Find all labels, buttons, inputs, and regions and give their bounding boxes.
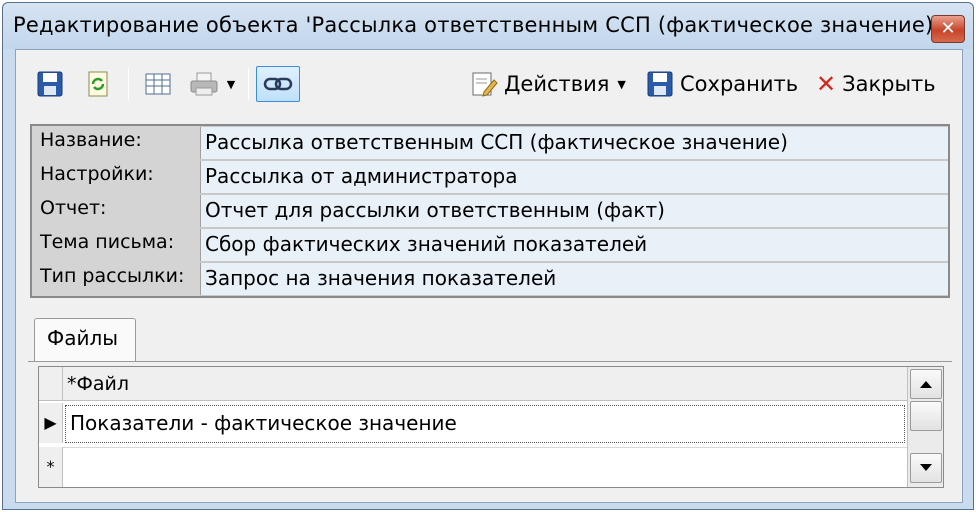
- tab-files[interactable]: Файлы: [34, 318, 136, 362]
- chevron-down-icon: ▼: [226, 77, 236, 91]
- property-value-field[interactable]: Отчет для рассылки ответственным (факт): [200, 195, 948, 227]
- close-icon: ✕: [816, 70, 837, 98]
- chevron-down-icon: ▼: [617, 77, 626, 91]
- property-value-field[interactable]: Рассылка от администратора: [200, 161, 948, 193]
- vertical-scrollbar[interactable]: [907, 367, 943, 487]
- property-name: Тема письма:: [32, 228, 200, 262]
- property-row: Отчет: Отчет для рассылки ответственным …: [32, 194, 948, 228]
- scroll-up-button[interactable]: [910, 369, 942, 399]
- floppy-disk-icon: [37, 71, 63, 97]
- file-cell[interactable]: Показатели - фактическое значение: [65, 405, 905, 443]
- property-row: Тип рассылки: Запрос на значения показат…: [32, 262, 948, 296]
- current-row-indicator-icon: ▶: [39, 403, 63, 443]
- dialog-client-area: ▼ Действия ▼ Сохранить ✕ Закрыть Названи…: [15, 49, 963, 503]
- scroll-thumb[interactable]: [910, 401, 942, 431]
- print-toolbar-button[interactable]: ▼: [184, 66, 240, 102]
- property-name: Настройки:: [32, 160, 200, 194]
- arrow-down-icon: [920, 464, 932, 471]
- link-icon: [263, 77, 293, 91]
- save-toolbar-button[interactable]: [32, 66, 68, 102]
- actions-menu-button[interactable]: Действия ▼: [470, 66, 636, 102]
- floppy-disk-icon: [647, 71, 673, 97]
- printer-icon: [190, 72, 218, 96]
- new-file-row[interactable]: [63, 447, 907, 487]
- toolbar-separator: [248, 68, 249, 100]
- property-value-field[interactable]: Запрос на значения показателей: [200, 263, 948, 295]
- files-grid: *Файл ▶ Показатели - фактическое значени…: [38, 366, 944, 488]
- dialog-window: Редактирование объекта 'Рассылка ответст…: [2, 2, 974, 510]
- window-title: Редактирование объекта 'Рассылка ответст…: [13, 13, 955, 37]
- title-bar[interactable]: Редактирование объекта 'Рассылка ответст…: [3, 3, 973, 49]
- properties-grid: Название: Рассылка ответственным ССП (фа…: [30, 124, 950, 298]
- close-button[interactable]: ✕ Закрыть: [816, 66, 948, 102]
- property-value-field[interactable]: Сбор фактических значений показателей: [200, 229, 948, 261]
- property-value-field[interactable]: Рассылка ответственным ССП (фактическое …: [200, 127, 948, 159]
- refresh-icon: [88, 71, 108, 97]
- toolbar-separator: [128, 68, 129, 100]
- new-row-indicator-icon: *: [39, 447, 63, 487]
- property-row: Название: Рассылка ответственным ССП (фа…: [32, 126, 948, 160]
- arrow-up-icon: [920, 381, 932, 388]
- close-label: Закрыть: [842, 72, 936, 96]
- grid-header-corner: [39, 367, 63, 401]
- actions-label: Действия: [504, 72, 610, 96]
- refresh-toolbar-button[interactable]: [80, 66, 116, 102]
- toolbar: ▼ Действия ▼ Сохранить ✕ Закрыть: [22, 60, 956, 110]
- file-column-header[interactable]: *Файл: [63, 367, 907, 401]
- edit-document-icon: [472, 72, 498, 97]
- window-close-button[interactable]: ✕: [931, 15, 965, 43]
- property-name: Название:: [32, 126, 200, 160]
- property-name: Тип рассылки:: [32, 262, 200, 296]
- table-toolbar-button[interactable]: [140, 66, 176, 102]
- property-row: Настройки: Рассылка от администратора: [32, 160, 948, 194]
- scroll-down-button[interactable]: [910, 453, 942, 483]
- save-button[interactable]: Сохранить: [646, 66, 806, 102]
- files-tab-panel: *Файл ▶ Показатели - фактическое значени…: [28, 361, 952, 495]
- save-label: Сохранить: [680, 72, 799, 96]
- property-name: Отчет:: [32, 194, 200, 228]
- link-toolbar-button[interactable]: [256, 66, 300, 102]
- property-row: Тема письма: Сбор фактических значений п…: [32, 228, 948, 262]
- table-icon: [145, 73, 171, 95]
